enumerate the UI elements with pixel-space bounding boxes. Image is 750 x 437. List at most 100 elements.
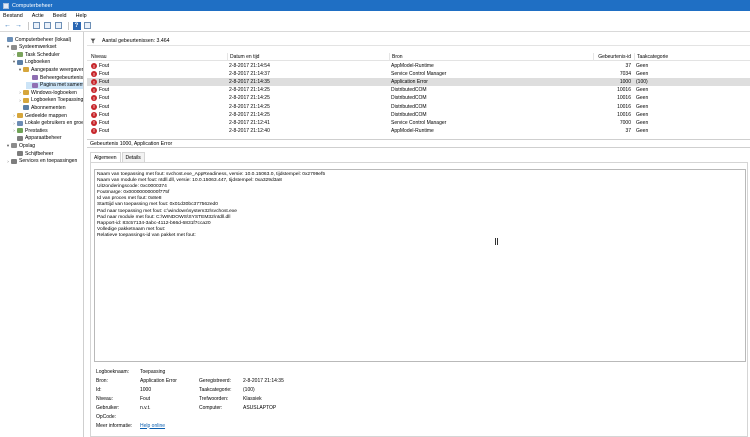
help-button[interactable]: ? [72, 21, 81, 30]
tree-item[interactable]: › Services en toepassingen [5, 158, 77, 165]
tree-item[interactable]: ▾ Systeemwerkset [5, 44, 57, 51]
cell-event-id: 37 [593, 127, 633, 135]
logname-value: Toepassing [140, 368, 166, 375]
tree-item[interactable]: ▾ Logboeken [11, 59, 50, 66]
tree-item[interactable]: ▾ Opslag [5, 142, 35, 149]
cell-level-text: Fout [99, 71, 110, 78]
tree-item[interactable]: Schijfbeheer [11, 150, 53, 157]
back-arrow-icon[interactable]: ← [3, 21, 12, 30]
cell-task-category-text: Geen [636, 127, 649, 134]
text-cursor-icon [495, 238, 498, 245]
cell-datetime-text: 2-8-2017 21:12:40 [229, 127, 270, 134]
tree-item[interactable]: ▾ Aangepaste weergaven [17, 66, 84, 73]
title-bar: Computerbeheer [0, 0, 750, 11]
tree-item-label: Task Scheduler [25, 51, 60, 58]
cell-task-category: Geen [634, 103, 750, 111]
keywords-value: Klassiek [243, 395, 262, 402]
cell-level: ! Fout [89, 127, 225, 135]
tree-item[interactable]: Abonnementen [17, 104, 66, 111]
cell-task-category-text: Geen [636, 103, 649, 110]
column-header-event-id[interactable]: Gebeurtenis-id [593, 53, 633, 61]
cell-level-text: Fout [99, 119, 110, 126]
task-category-value: (100) [243, 386, 255, 393]
tree-node-icon [17, 52, 23, 58]
table-row[interactable]: ! Fout 2-8-2017 21:14:35 Application Error 1… [87, 78, 750, 87]
event-message[interactable]: Naam van toepassing met fout: svchost.ex… [94, 169, 746, 362]
cell-task-category-text: (100) [636, 79, 648, 86]
menu-view[interactable]: Beeld [53, 13, 67, 19]
menu-action[interactable]: Actie [32, 13, 44, 19]
cell-source: Service Control Manager [389, 70, 593, 78]
cell-level-text: Fout [99, 63, 110, 69]
filter-icon [90, 38, 96, 43]
column-header-datetime[interactable]: Datum en tijd [227, 53, 389, 61]
cell-event-id: 10016 [593, 86, 633, 94]
table-row[interactable]: ! Fout 2-8-2017 21:14:25 DistributedCOM 1001… [87, 94, 750, 102]
tree-item[interactable]: › Prestaties [11, 127, 47, 134]
table-row[interactable]: ! Fout 2-8-2017 21:14:25 DistributedCOM 1001… [87, 86, 750, 94]
table-row[interactable]: ! Fout 2-8-2017 21:14:54 AppModel-Runtime 37… [87, 62, 750, 70]
logged-value: 2-8-2017 21:14:35 [243, 377, 284, 384]
cell-task-category-text: Geen [636, 111, 649, 118]
cell-datetime: 2-8-2017 21:14:25 [227, 103, 389, 111]
source-value: Application Error [140, 377, 177, 384]
column-header-level[interactable]: Niveau [89, 53, 225, 61]
menu-file[interactable]: Bestand [3, 13, 23, 19]
cell-source-text: Application Error [391, 79, 428, 86]
user-label: Gebruiker: [96, 404, 120, 411]
help-online-link[interactable]: Help online [140, 423, 165, 429]
tree-item[interactable]: Apparaatbeheer [11, 135, 62, 142]
tree-item[interactable]: › Windows-logboeken [17, 89, 77, 96]
console-tree-icon [44, 22, 51, 29]
detail-tabs: Algemeen Details [90, 152, 146, 162]
table-row[interactable]: ! Fout 2-8-2017 21:14:25 DistributedCOM 1001… [87, 111, 750, 119]
cell-source: AppModel-Runtime [389, 127, 593, 135]
tree-node-icon [17, 113, 23, 118]
properties-button[interactable] [54, 21, 63, 30]
cell-datetime: 2-8-2017 21:14:35 [227, 78, 389, 86]
tree-item[interactable]: › Logboeken Toepassingen [17, 97, 83, 104]
events-table[interactable]: Niveau Datum en tijd Bron Gebeurtenis-id… [87, 53, 750, 135]
tree-item[interactable]: Computerbeheer (lokaal) [1, 36, 71, 43]
cell-event-id: 37 [593, 62, 633, 70]
console-tree[interactable]: Computerbeheer (lokaal) ▾ Systeemwerkset › T… [0, 32, 84, 437]
tree-item-label: Systeemwerkset [19, 44, 57, 51]
forward-arrow-icon[interactable]: → [14, 21, 23, 30]
cell-source: DistributedCOM [389, 86, 593, 94]
cell-task-category: Geen [634, 70, 750, 78]
tree-item[interactable]: Beheergebeurtenissen [26, 74, 83, 81]
cell-level: ! Fout [89, 78, 225, 86]
action-pane-button[interactable] [83, 21, 92, 30]
cell-event-id: 10016 [593, 94, 633, 102]
computer-label: Computer: [199, 404, 223, 411]
cell-level: ! Fout [89, 103, 225, 111]
tree-item-label: Aangepaste weergaven [31, 66, 84, 73]
show-hide-tree-button[interactable] [43, 21, 52, 30]
tab-details[interactable]: Details [121, 152, 145, 162]
tree-item[interactable]: › Gedeelde mappen [11, 112, 67, 119]
cell-datetime-text: 2-8-2017 21:14:25 [229, 87, 270, 94]
table-row[interactable]: ! Fout 2-8-2017 21:14:25 DistributedCOM 1001… [87, 103, 750, 111]
menu-help[interactable]: Help [76, 13, 87, 19]
tree-item[interactable]: Pagina met samenvatting [26, 81, 83, 89]
table-row[interactable]: ! Fout 2-8-2017 21:12:41 Service Control Ma… [87, 119, 750, 127]
tree-item[interactable]: › Task Scheduler [11, 51, 60, 58]
cell-source: DistributedCOM [389, 111, 593, 119]
column-header-source[interactable]: Bron [389, 53, 593, 61]
table-row[interactable]: ! Fout 2-8-2017 21:12:40 AppModel-Runtime 37… [87, 127, 750, 135]
column-header-task-category[interactable]: Taakcategorie [634, 53, 750, 61]
cell-datetime-text: 2-8-2017 21:14:54 [229, 63, 270, 69]
computer-value: ASUSLAPTOP [243, 404, 277, 411]
tab-general[interactable]: Algemeen [90, 152, 121, 162]
table-row[interactable]: ! Fout 2-8-2017 21:14:37 Service Control Ma… [87, 70, 750, 78]
cell-source: Service Control Manager [389, 119, 593, 127]
tree-item[interactable]: ›Lokale gebruikers en groepen [11, 120, 83, 127]
cell-event-id: 7034 [593, 70, 633, 78]
cell-datetime: 2-8-2017 21:14:25 [227, 94, 389, 102]
cell-level: ! Fout [89, 62, 225, 70]
logged-label: Geregistreerd: [199, 377, 231, 384]
up-folder-button[interactable] [32, 21, 41, 30]
cell-source: DistributedCOM [389, 103, 593, 111]
cell-datetime: 2-8-2017 21:14:25 [227, 86, 389, 94]
cell-task-category: Geen [634, 119, 750, 127]
